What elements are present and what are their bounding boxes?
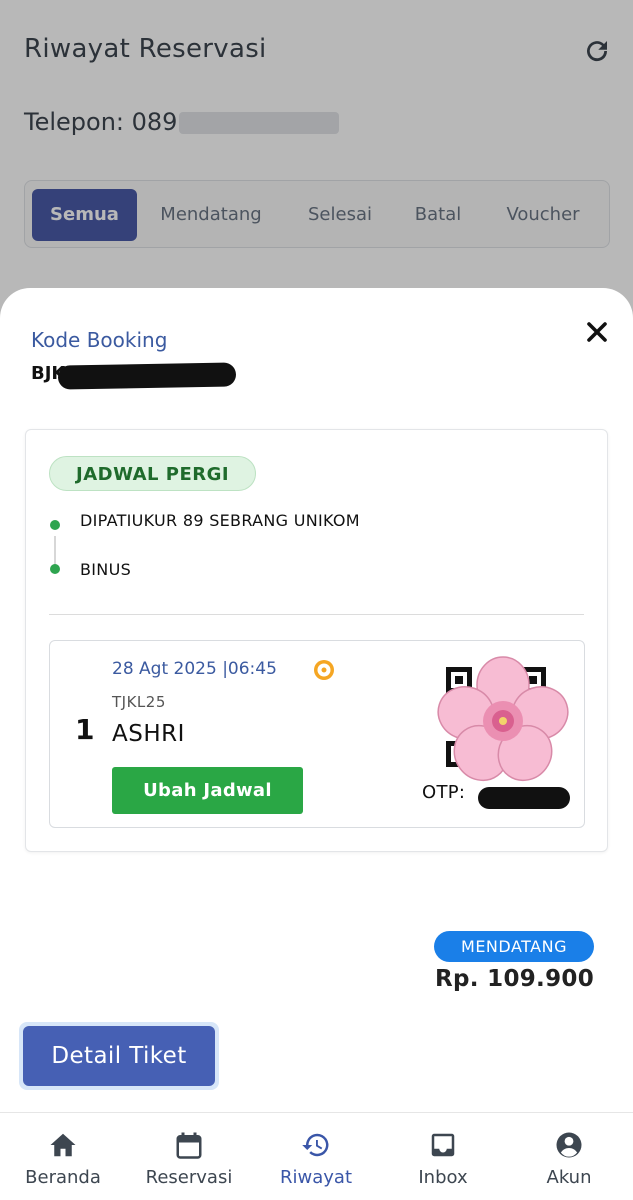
nav-label: Riwayat	[280, 1167, 352, 1188]
detail-ticket-button[interactable]: Detail Tiket	[19, 1022, 219, 1090]
divider	[49, 614, 584, 615]
otp-redaction	[478, 787, 570, 809]
nav-label: Beranda	[25, 1167, 101, 1188]
detail-ticket-label: Detail Tiket	[23, 1026, 215, 1086]
route-origin: DIPATIUKUR 89 SEBRANG UNIKOM	[80, 511, 360, 530]
home-icon	[50, 1133, 76, 1157]
destination-dot-icon	[50, 564, 60, 574]
ticket-code: TJKL25	[112, 693, 166, 711]
booking-code-label: Kode Booking	[31, 328, 168, 352]
nav-label: Inbox	[418, 1167, 468, 1188]
flower-sticker-icon	[437, 656, 569, 782]
departure-datetime: 28 Agt 2025 |06:45	[112, 659, 277, 679]
account-icon	[556, 1132, 582, 1158]
schedule-type-chip: JADWAL PERGI	[49, 456, 257, 491]
booking-detail-sheet: Kode Booking BJK JADWAL PERGI DIPATIUKUR…	[0, 288, 633, 1118]
nav-label: Akun	[546, 1167, 592, 1188]
route-connector	[54, 536, 56, 566]
total-price: Rp. 109.900	[435, 966, 594, 992]
passenger-number: 1	[75, 713, 95, 746]
nav-item-reservasi[interactable]: Reservasi	[126, 1113, 252, 1200]
ticket-code-redaction	[178, 693, 278, 711]
passenger-name: ASHRI	[112, 721, 185, 747]
history-icon	[302, 1133, 329, 1157]
route-destination: BINUS	[80, 560, 132, 579]
schedule-card: JADWAL PERGI DIPATIUKUR 89 SEBRANG UNIKO…	[25, 429, 608, 852]
booking-code-redaction	[57, 362, 237, 390]
status-badge: MENDATANG	[434, 931, 594, 962]
clock-status-icon	[314, 660, 334, 680]
nav-item-beranda[interactable]: Beranda	[0, 1113, 126, 1200]
calendar-icon	[176, 1132, 202, 1159]
nav-item-akun[interactable]: Akun	[506, 1113, 632, 1200]
otp-label: OTP:	[422, 782, 466, 803]
reschedule-button[interactable]: Ubah Jadwal	[112, 767, 303, 814]
nav-item-riwayat[interactable]: Riwayat	[253, 1113, 379, 1200]
origin-dot-icon	[50, 520, 60, 530]
close-icon[interactable]	[585, 320, 609, 344]
passenger-ticket: 1 28 Agt 2025 |06:45 TJKL25 ASHRI Ubah J…	[49, 640, 585, 828]
nav-item-inbox[interactable]: Inbox	[380, 1113, 506, 1200]
bottom-navigation: Beranda Reservasi Riwayat Inbox Akun	[0, 1112, 633, 1200]
inbox-icon	[431, 1133, 455, 1157]
nav-label: Reservasi	[145, 1167, 233, 1188]
